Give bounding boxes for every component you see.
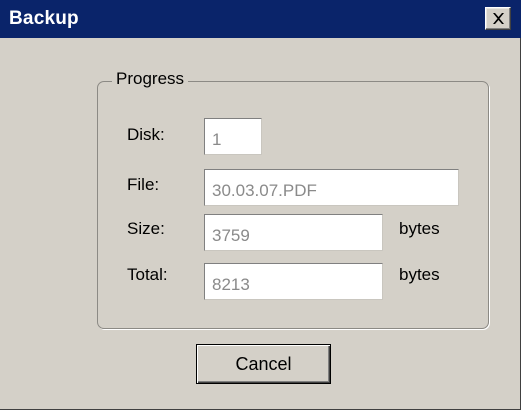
disk-field: 1 bbox=[204, 118, 262, 155]
window-title: Backup bbox=[9, 8, 79, 29]
size-label: Size: bbox=[127, 219, 165, 238]
close-icon bbox=[493, 13, 504, 24]
total-unit: bytes bbox=[399, 265, 440, 284]
close-button[interactable] bbox=[485, 7, 511, 30]
cancel-button[interactable]: Cancel bbox=[196, 344, 331, 384]
file-label: File: bbox=[127, 175, 160, 194]
title-bar[interactable]: Backup bbox=[0, 0, 521, 38]
size-unit: bytes bbox=[399, 219, 440, 238]
total-field: 8213 bbox=[204, 263, 383, 300]
cancel-button-label: Cancel bbox=[235, 354, 292, 374]
backup-dialog: Backup Progress Disk: 1 File: 30.03.07.P… bbox=[0, 0, 521, 410]
file-field: 30.03.07.PDF bbox=[204, 169, 459, 206]
size-field: 3759 bbox=[204, 214, 383, 251]
disk-label: Disk: bbox=[127, 125, 165, 144]
progress-legend: Progress bbox=[112, 68, 189, 90]
total-label: Total: bbox=[127, 265, 168, 284]
